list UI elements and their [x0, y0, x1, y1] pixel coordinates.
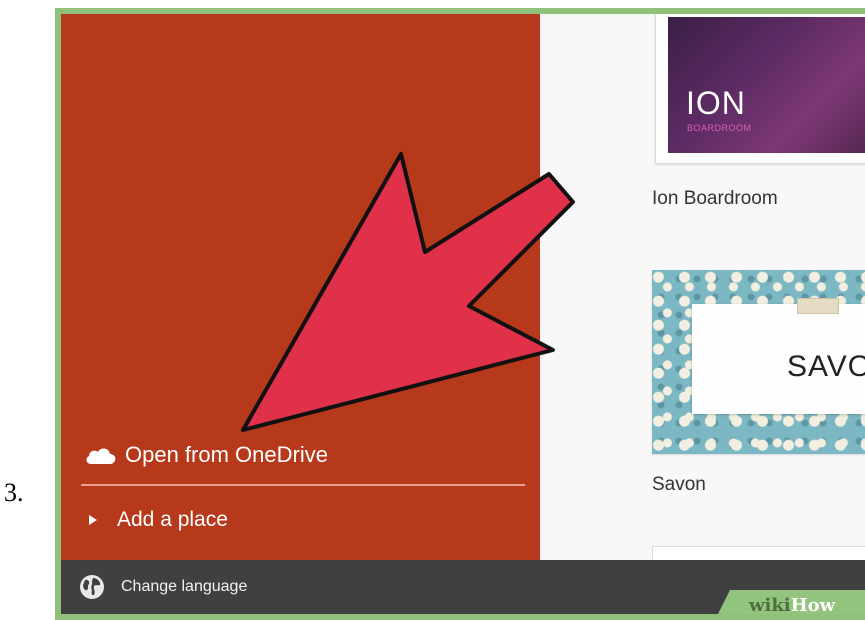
savon-tape	[797, 298, 839, 314]
backstage-sidebar: Open from OneDrive Add a place	[61, 14, 540, 560]
add-a-place-button[interactable]: Add a place	[89, 508, 228, 532]
open-from-onedrive-label: Open from OneDrive	[125, 442, 328, 467]
savon-thumb-title: SAVON	[787, 350, 865, 383]
wikihow-how: How	[790, 595, 836, 614]
change-language-label: Change language	[121, 578, 248, 595]
wikihow-watermark: wikiHow	[715, 590, 865, 614]
open-from-onedrive-button[interactable]: Open from OneDrive	[85, 442, 328, 468]
ion-thumb-subtitle: BOARDROOM	[687, 123, 752, 133]
change-language-button[interactable]: Change language	[79, 574, 247, 600]
ion-thumb-title: ION	[686, 85, 746, 121]
footer-bar: Change language wikiHow	[61, 560, 865, 614]
add-a-place-label: Add a place	[117, 508, 228, 531]
globe-icon	[80, 575, 104, 599]
template-thumb-ion-boardroom[interactable]: ION BOARDROOM	[655, 14, 865, 164]
template-label-ion-boardroom[interactable]: Ion Boardroom	[652, 188, 778, 210]
wikihow-wiki: wiki	[749, 595, 791, 614]
wikihow-logo-text: wikiHow	[749, 595, 835, 614]
template-gallery: ION BOARDROOM Ion Boardroom SAVON Savon	[540, 14, 865, 578]
cloud-icon	[86, 448, 116, 464]
play-triangle-icon	[89, 515, 97, 525]
template-thumb-savon[interactable]: SAVON	[652, 270, 865, 454]
step-number: 3.	[4, 478, 24, 507]
screenshot-frame: Open from OneDrive Add a place ION BOARD…	[55, 8, 865, 620]
sidebar-divider	[81, 484, 525, 486]
template-label-savon[interactable]: Savon	[652, 474, 706, 496]
app-window: Open from OneDrive Add a place ION BOARD…	[61, 14, 865, 614]
